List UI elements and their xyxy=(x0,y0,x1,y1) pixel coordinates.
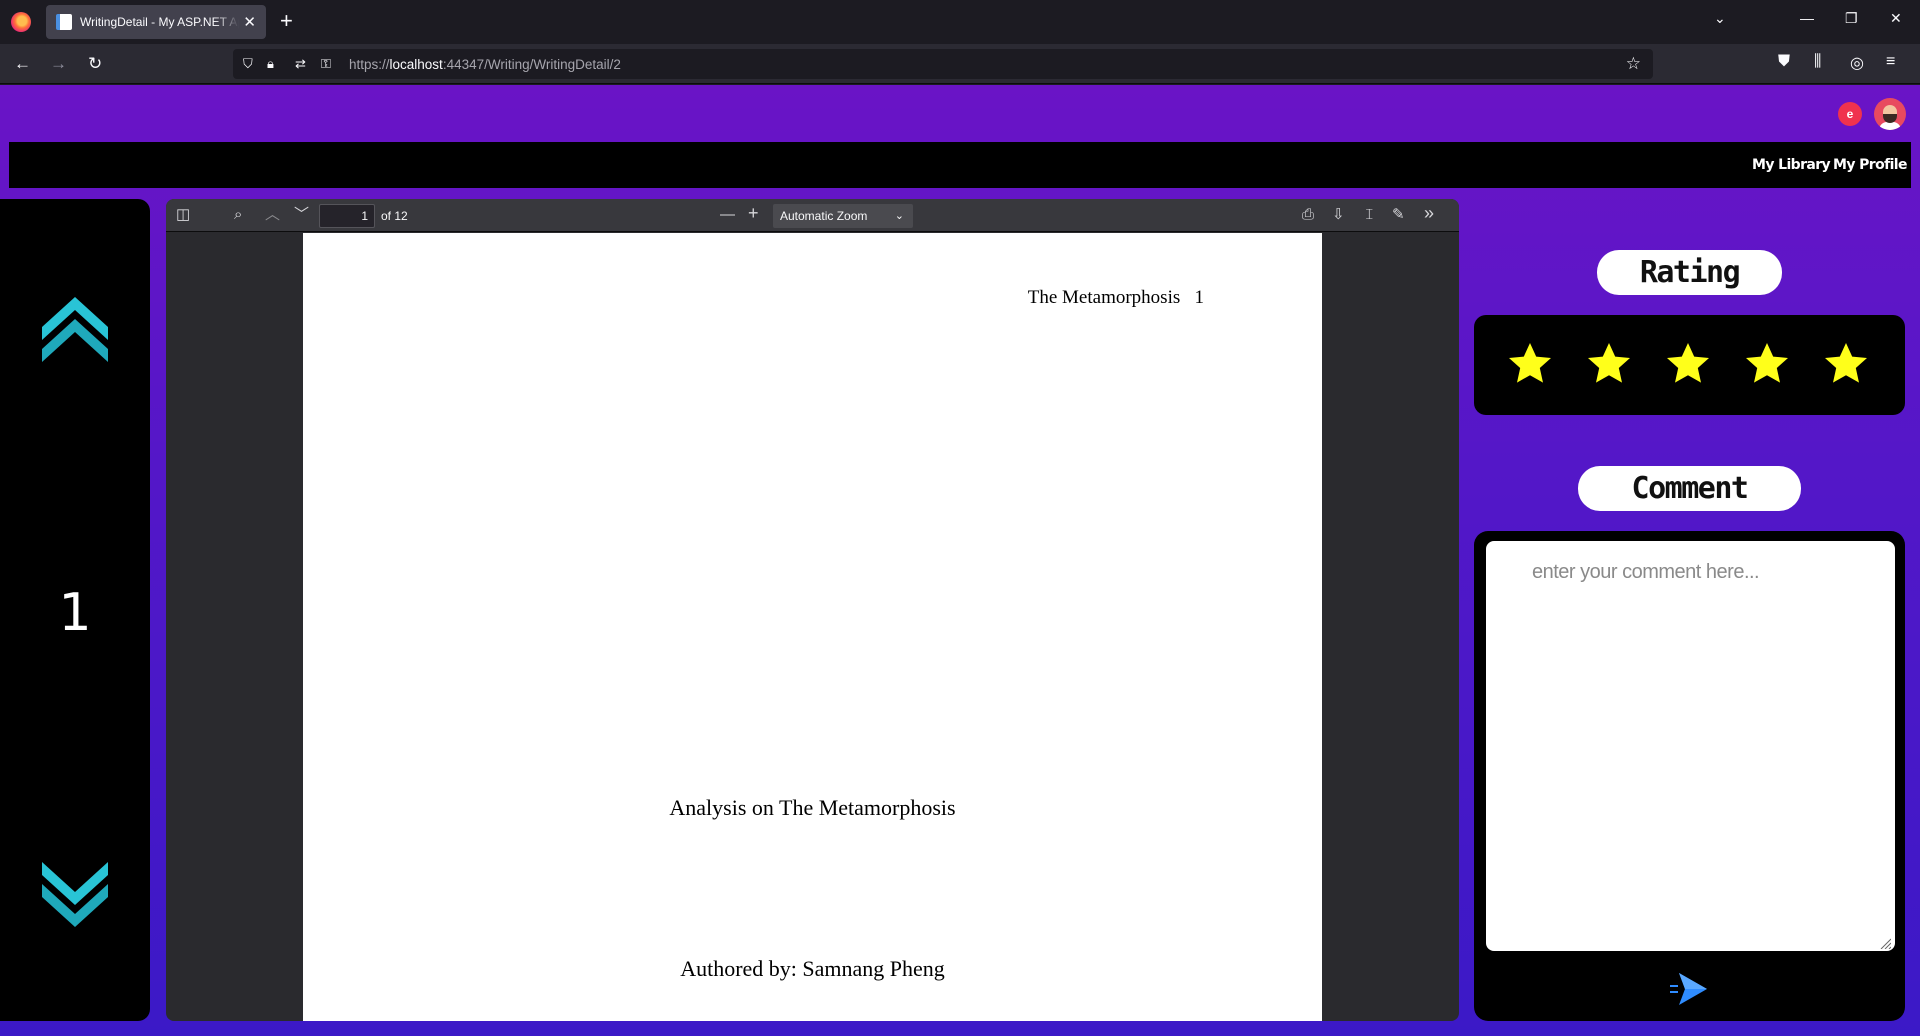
browser-nav-bar: ← → ↻ ⛉ 🔒︎ ⇄ ⚿ https://localhost:44347/W… xyxy=(0,44,1920,84)
shield-icon[interactable]: ⛉ xyxy=(243,56,253,72)
page-icon xyxy=(56,14,72,30)
next-page-icon[interactable]: ﹀ xyxy=(294,206,309,224)
extension-icon[interactable]: e xyxy=(1838,102,1862,126)
zoom-in-icon[interactable]: + xyxy=(748,204,759,222)
address-bar[interactable]: ⛉ 🔒︎ ⇄ ⚿ https://localhost:44347/Writing… xyxy=(233,49,1653,79)
pocket-icon[interactable]: ⛊ xyxy=(1778,53,1790,71)
pdf-page: The Metamorphosis 1 Analysis on The Meta… xyxy=(303,233,1322,1021)
zoom-select[interactable]: Automatic Zoom ⌄ xyxy=(773,204,913,228)
text-cursor-icon[interactable]: 𝙸 xyxy=(1364,206,1375,224)
nav-my-library[interactable]: My Library xyxy=(1752,157,1831,173)
reload-button[interactable]: ↻ xyxy=(88,54,102,74)
resize-grip-icon[interactable] xyxy=(1879,937,1891,949)
page-navigator: 1 xyxy=(0,199,150,1021)
url-path: :44347/Writing/WritingDetail/2 xyxy=(442,57,621,72)
menu-icon[interactable]: ≡ xyxy=(1886,53,1895,71)
page-number-input[interactable]: 1 xyxy=(319,204,375,228)
comment-panel xyxy=(1474,531,1905,1021)
document-title: Analysis on The Metamorphosis xyxy=(669,795,956,820)
url-text[interactable]: https://localhost:44347/Writing/WritingD… xyxy=(349,57,621,72)
rating-stars xyxy=(1474,315,1905,415)
running-head: The Metamorphosis 1 xyxy=(1027,287,1204,308)
close-tab-icon[interactable]: ✕ xyxy=(243,13,256,31)
star-icon[interactable] xyxy=(1664,340,1712,388)
current-page-number: 1 xyxy=(58,583,92,643)
star-icon[interactable] xyxy=(1506,340,1554,388)
url-scheme: https:// xyxy=(349,57,390,72)
browser-tab[interactable]: WritingDetail - My ASP.NET App ✕ xyxy=(46,5,266,39)
find-search-icon[interactable]: ⌕ xyxy=(234,206,242,224)
comment-heading: Comment xyxy=(1578,466,1801,511)
browser-tab-bar: WritingDetail - My ASP.NET App ✕ + ⌄ — ❐… xyxy=(0,0,1920,44)
key-icon[interactable]: ⚿ xyxy=(321,56,331,72)
star-icon[interactable] xyxy=(1743,340,1791,388)
page-body: e My Library My Profile 1 ◫ ⌕ ︿ ﹀ 1 of 1… xyxy=(0,85,1920,1036)
send-comment-button[interactable] xyxy=(1669,971,1709,1007)
url-host: localhost xyxy=(389,57,443,72)
download-icon[interactable]: ⇩ xyxy=(1332,206,1345,224)
document-author: Authored by: Samnang Pheng xyxy=(680,956,945,981)
chevron-down-icon: ⌄ xyxy=(894,210,904,222)
window-close-button[interactable]: ✕ xyxy=(1890,10,1902,27)
previous-page-icon[interactable]: ︿ xyxy=(265,206,280,224)
next-page-chevron-icon[interactable] xyxy=(42,862,108,928)
sidebar-toggle-icon[interactable]: ◫ xyxy=(176,206,190,224)
previous-page-chevron-icon[interactable] xyxy=(42,297,108,363)
pdf-viewer: ◫ ⌕ ︿ ﹀ 1 of 12 — + Automatic Zoom ⌄ ⎙ ⇩… xyxy=(166,199,1459,1021)
tools-menu-icon[interactable]: » xyxy=(1424,204,1434,222)
pdf-toolbar: ◫ ⌕ ︿ ﹀ 1 of 12 — + Automatic Zoom ⌄ ⎙ ⇩… xyxy=(166,199,1459,232)
nav-my-profile[interactable]: My Profile xyxy=(1833,157,1908,173)
bookmark-star-icon[interactable]: ☆ xyxy=(1626,54,1641,74)
permissions-icon[interactable]: ⇄ xyxy=(295,56,306,72)
comment-input[interactable] xyxy=(1486,541,1895,951)
lock-icon[interactable]: 🔒︎ xyxy=(267,56,274,72)
print-icon[interactable]: ⎙ xyxy=(1302,206,1314,224)
forward-button[interactable]: → xyxy=(50,54,67,74)
star-icon[interactable] xyxy=(1822,340,1870,388)
user-avatar[interactable] xyxy=(1874,98,1906,130)
rating-heading: Rating xyxy=(1597,250,1782,295)
firefox-icon[interactable] xyxy=(11,12,31,32)
new-tab-button[interactable]: + xyxy=(280,9,293,33)
minimize-button[interactable]: — xyxy=(1800,10,1814,26)
zoom-select-value: Automatic Zoom xyxy=(780,209,868,223)
page-count-label: of 12 xyxy=(381,209,408,223)
zoom-out-icon[interactable]: — xyxy=(720,206,735,224)
site-navbar: My Library My Profile xyxy=(9,142,1911,188)
back-button[interactable]: ← xyxy=(14,54,31,74)
account-icon[interactable]: ◎ xyxy=(1850,53,1864,73)
tab-title: WritingDetail - My ASP.NET App xyxy=(80,15,240,29)
library-icon[interactable]: ⫼ xyxy=(1814,53,1821,71)
tab-list-chevron-icon[interactable]: ⌄ xyxy=(1714,10,1726,27)
draw-pencil-icon[interactable]: ✎ xyxy=(1392,206,1405,224)
star-icon[interactable] xyxy=(1585,340,1633,388)
restore-button[interactable]: ❐ xyxy=(1845,10,1858,27)
